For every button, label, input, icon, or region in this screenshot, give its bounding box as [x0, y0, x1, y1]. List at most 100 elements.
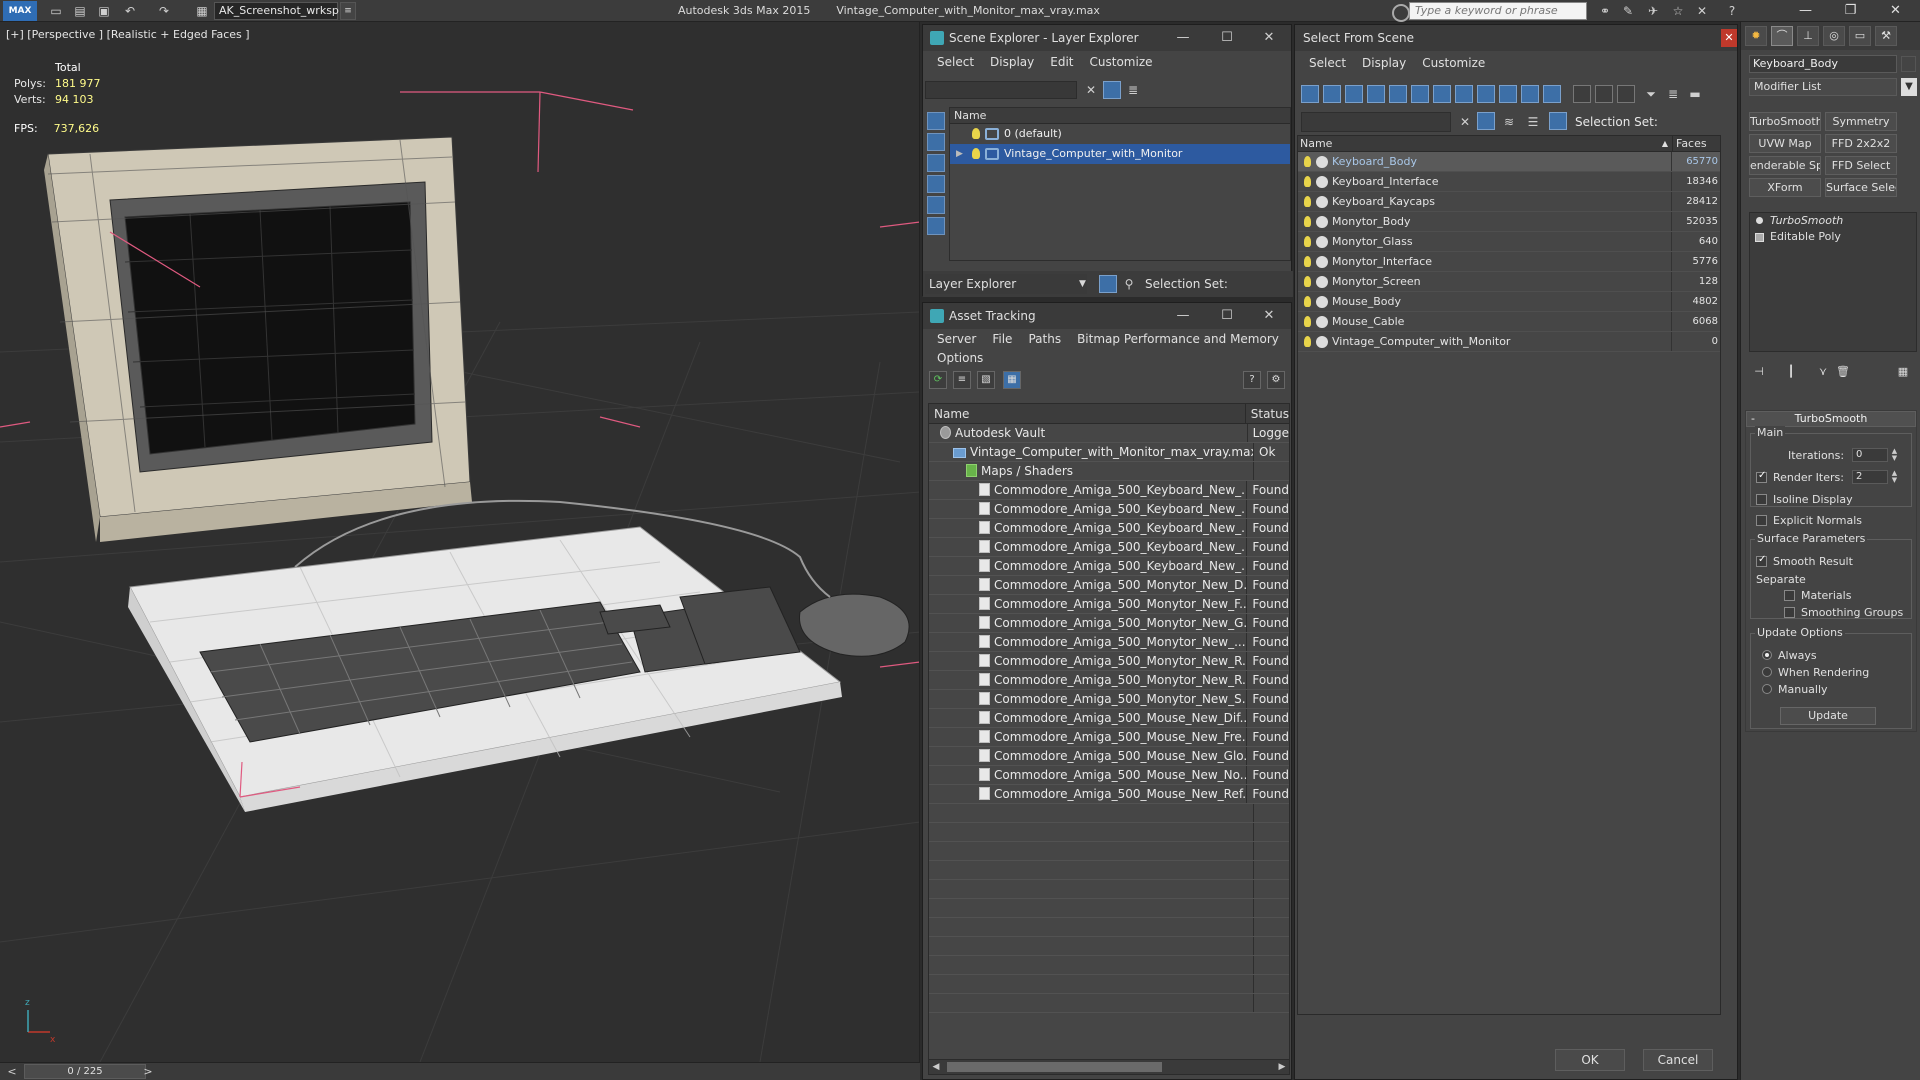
- iterations-spinner[interactable]: 0: [1852, 448, 1888, 462]
- scene-object-row[interactable]: Mouse_Cable 6068: [1298, 312, 1720, 332]
- display-helpers-icon[interactable]: [1389, 85, 1407, 103]
- motion-tab-icon[interactable]: ◎: [1823, 26, 1845, 46]
- ffd-2x2x2-button[interactable]: FFD 2x2x2: [1825, 134, 1897, 153]
- asset-row[interactable]: Commodore_Amiga_500_Mouse_New_Fre... Foun…: [929, 728, 1289, 747]
- explicit-normals-checkbox[interactable]: [1756, 515, 1767, 526]
- display-bones-icon[interactable]: [1477, 85, 1495, 103]
- smoothing-groups-checkbox[interactable]: [1784, 607, 1795, 618]
- find-object-input[interactable]: [1301, 112, 1451, 132]
- binoculars-icon[interactable]: ⚭: [1597, 3, 1613, 19]
- app-logo[interactable]: MAX: [3, 1, 37, 21]
- scene-explorer-titlebar[interactable]: Scene Explorer - Layer Explorer — ☐ ✕: [923, 25, 1291, 51]
- asset-row[interactable]: Commodore_Amiga_500_Keyboard_New_... Foun…: [929, 519, 1289, 538]
- display-shapes-icon[interactable]: [927, 133, 945, 151]
- menu-customize[interactable]: Customize: [1422, 56, 1485, 70]
- uvw-map-button[interactable]: UVW Map: [1749, 134, 1821, 153]
- asset-tracking-close-icon[interactable]: ✕: [1247, 303, 1291, 329]
- subscription-icon[interactable]: ✎: [1620, 3, 1636, 19]
- explicit-normals-row[interactable]: Explicit Normals: [1756, 514, 1862, 527]
- maximize-icon[interactable]: ❐: [1828, 0, 1873, 22]
- asset-row[interactable]: Maps / Shaders: [929, 462, 1289, 481]
- display-lights-icon[interactable]: [1345, 85, 1363, 103]
- lightbulb-icon[interactable]: [1304, 296, 1311, 307]
- pin-stack-icon[interactable]: ⊣: [1751, 364, 1767, 380]
- project-folder-icon[interactable]: ▦: [194, 3, 210, 19]
- help-icon[interactable]: ?: [1243, 371, 1261, 389]
- asset-row[interactable]: Commodore_Amiga_500_Keyboard_New_... Foun…: [929, 538, 1289, 557]
- scene-object-row[interactable]: Monytor_Body 52035: [1298, 212, 1720, 232]
- display-xrefs-icon[interactable]: [1455, 85, 1473, 103]
- scene-object-row[interactable]: Monytor_Screen 128: [1298, 272, 1720, 292]
- close-icon[interactable]: ✕: [1873, 0, 1918, 22]
- make-unique-icon[interactable]: ⋎: [1815, 364, 1831, 380]
- clear-filter-icon[interactable]: ✕: [1083, 82, 1099, 98]
- lightbulb-icon[interactable]: [1304, 236, 1311, 247]
- frame-slider[interactable]: 0 / 225: [24, 1064, 146, 1079]
- asset-name-column-header[interactable]: Name: [929, 404, 1246, 423]
- help-icon[interactable]: ?: [1724, 3, 1740, 19]
- scene-object-row[interactable]: Keyboard_Kaycaps 28412: [1298, 192, 1720, 212]
- object-name-column-header[interactable]: Name ▲: [1298, 136, 1673, 151]
- favorites-icon[interactable]: ☆: [1670, 3, 1686, 19]
- select-from-scene-close-icon[interactable]: ✕: [1721, 29, 1737, 47]
- menu-display[interactable]: Display: [990, 55, 1034, 69]
- asset-row[interactable]: Commodore_Amiga_500_Keyboard_New_... Foun…: [929, 481, 1289, 500]
- hierarchy-mode-icon[interactable]: ⚲: [1121, 276, 1137, 292]
- scene-object-row[interactable]: Vintage_Computer_with_Monitor 0: [1298, 332, 1720, 352]
- asset-row[interactable]: Commodore_Amiga_500_Keyboard_New_... Foun…: [929, 500, 1289, 519]
- asset-tracking-minimize-icon[interactable]: —: [1161, 303, 1205, 329]
- menu-select[interactable]: Select: [1309, 56, 1346, 70]
- materials-checkbox[interactable]: [1784, 590, 1795, 601]
- when-rendering-radio-row[interactable]: When Rendering: [1762, 666, 1869, 679]
- scene-object-row[interactable]: Monytor_Glass 640: [1298, 232, 1720, 252]
- open-file-icon[interactable]: ▤: [72, 3, 88, 19]
- asset-row[interactable]: Commodore_Amiga_500_Monytor_New_R... Foun…: [929, 671, 1289, 690]
- save-file-icon[interactable]: ▣: [96, 3, 112, 19]
- bulb-icon[interactable]: [972, 128, 980, 139]
- object-color-swatch[interactable]: [1901, 56, 1916, 72]
- iterations-spin-arrows-icon[interactable]: ▲ ▼: [1890, 448, 1899, 462]
- renderable-spline-button[interactable]: enderable Splin: [1749, 156, 1821, 175]
- stack-item-turbosmooth[interactable]: TurboSmooth: [1750, 213, 1916, 229]
- ffd-select-button[interactable]: FFD Select: [1825, 156, 1897, 175]
- scene-explorer-close-icon[interactable]: ✕: [1247, 25, 1291, 51]
- next-frame-button[interactable]: >: [138, 1064, 158, 1079]
- menu-server[interactable]: Server: [937, 332, 976, 346]
- symmetry-button[interactable]: Symmetry: [1825, 112, 1897, 131]
- show-end-result-icon[interactable]: ┃: [1783, 364, 1799, 380]
- menu-file[interactable]: File: [992, 332, 1012, 346]
- render-iters-spin-arrows-icon[interactable]: ▲ ▼: [1890, 470, 1899, 484]
- undo-icon[interactable]: ↶: [122, 3, 138, 19]
- asset-row[interactable]: Commodore_Amiga_500_Mouse_New_Dif... Foun…: [929, 709, 1289, 728]
- scene-explorer-maximize-icon[interactable]: ☐: [1205, 25, 1249, 51]
- settings-icon[interactable]: ⚙: [1267, 371, 1285, 389]
- filter-toggle-icon[interactable]: [1477, 112, 1495, 130]
- smooth-result-row[interactable]: Smooth Result: [1756, 554, 1853, 568]
- scene-object-row[interactable]: Keyboard_Body 65770: [1298, 152, 1720, 172]
- configure-sets-icon[interactable]: ▦: [1895, 364, 1911, 380]
- manually-radio-row[interactable]: Manually: [1762, 683, 1828, 696]
- hierarchy-tab-icon[interactable]: ⊥: [1797, 26, 1819, 46]
- asset-row[interactable]: Commodore_Amiga_500_Monytor_New_S... Foun…: [929, 690, 1289, 709]
- scroll-left-icon[interactable]: ◀: [929, 1060, 943, 1074]
- scene-explorer-minimize-icon[interactable]: —: [1161, 25, 1205, 51]
- refresh-icon[interactable]: ⟳: [929, 371, 947, 389]
- display-helpers-icon[interactable]: [927, 196, 945, 214]
- ok-button[interactable]: OK: [1555, 1049, 1625, 1071]
- menu-select[interactable]: Select: [937, 55, 974, 69]
- exchange-icon[interactable]: ✕: [1694, 3, 1710, 19]
- filter-icon[interactable]: ⏷: [1643, 86, 1659, 102]
- layer-row-vintage-computer[interactable]: ▶ Vintage_Computer_with_Monitor: [950, 144, 1290, 164]
- asset-tracking-titlebar[interactable]: Asset Tracking — ☐ ✕: [923, 303, 1291, 329]
- object-name-field[interactable]: Keyboard_Body: [1749, 55, 1897, 73]
- menu-edit[interactable]: Edit: [1050, 55, 1073, 69]
- menu-customize[interactable]: Customize: [1090, 55, 1153, 69]
- display-tab-icon[interactable]: ▭: [1849, 26, 1871, 46]
- minimize-icon[interactable]: —: [1783, 0, 1828, 22]
- asset-tracking-maximize-icon[interactable]: ☐: [1205, 303, 1249, 329]
- lightbulb-icon[interactable]: [1304, 256, 1311, 267]
- help-search-input[interactable]: Type a keyword or phrase: [1392, 2, 1587, 22]
- always-radio[interactable]: [1762, 650, 1772, 660]
- manually-radio[interactable]: [1762, 684, 1772, 694]
- new-file-icon[interactable]: ▭: [48, 3, 64, 19]
